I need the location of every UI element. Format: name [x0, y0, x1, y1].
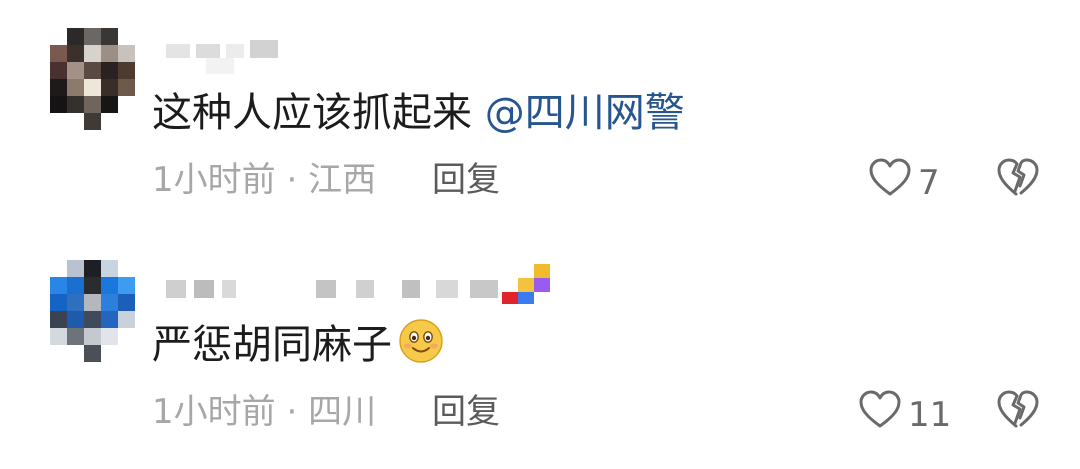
heart-outline-icon	[868, 158, 912, 207]
meta-separator: ·	[286, 392, 298, 432]
dislike-button[interactable]	[996, 158, 1040, 202]
meta-separator: ·	[286, 160, 298, 200]
comment-location: 四川	[308, 392, 377, 432]
comment-meta: 1小时前 · 四川	[152, 392, 376, 432]
comment-body: 这种人应该抓起来	[152, 90, 472, 136]
broken-heart-icon	[996, 158, 1040, 202]
broken-heart-icon	[996, 390, 1040, 434]
comment-item: 严惩胡同麻子 1小时前 · 四川 回复 11	[0, 234, 1080, 469]
comment-meta: 1小时前 · 江西	[152, 160, 376, 200]
comment-text: 严惩胡同麻子	[152, 318, 444, 370]
comment-time: 1小时前	[152, 160, 276, 200]
comment-body: 严惩胡同麻子	[152, 322, 392, 368]
heart-outline-icon	[858, 390, 902, 439]
comment-time: 1小时前	[152, 392, 276, 432]
reply-button[interactable]: 回复	[432, 160, 500, 200]
like-count: 7	[918, 162, 940, 203]
avatar[interactable]	[50, 260, 135, 362]
comment-location: 江西	[308, 160, 377, 200]
mention-link[interactable]: @四川网警	[485, 90, 685, 136]
avatar[interactable]	[50, 28, 135, 130]
smiling-face-emoji	[398, 318, 444, 364]
like-count: 11	[908, 394, 952, 435]
reply-button[interactable]: 回复	[432, 392, 500, 432]
dislike-button[interactable]	[996, 390, 1040, 434]
comment-item: 这种人应该抓起来 @四川网警 1小时前 · 江西 回复 7	[0, 0, 1080, 234]
like-button[interactable]: 7	[868, 158, 940, 207]
comment-text: 这种人应该抓起来 @四川网警	[152, 88, 685, 138]
like-button[interactable]: 11	[858, 390, 951, 439]
